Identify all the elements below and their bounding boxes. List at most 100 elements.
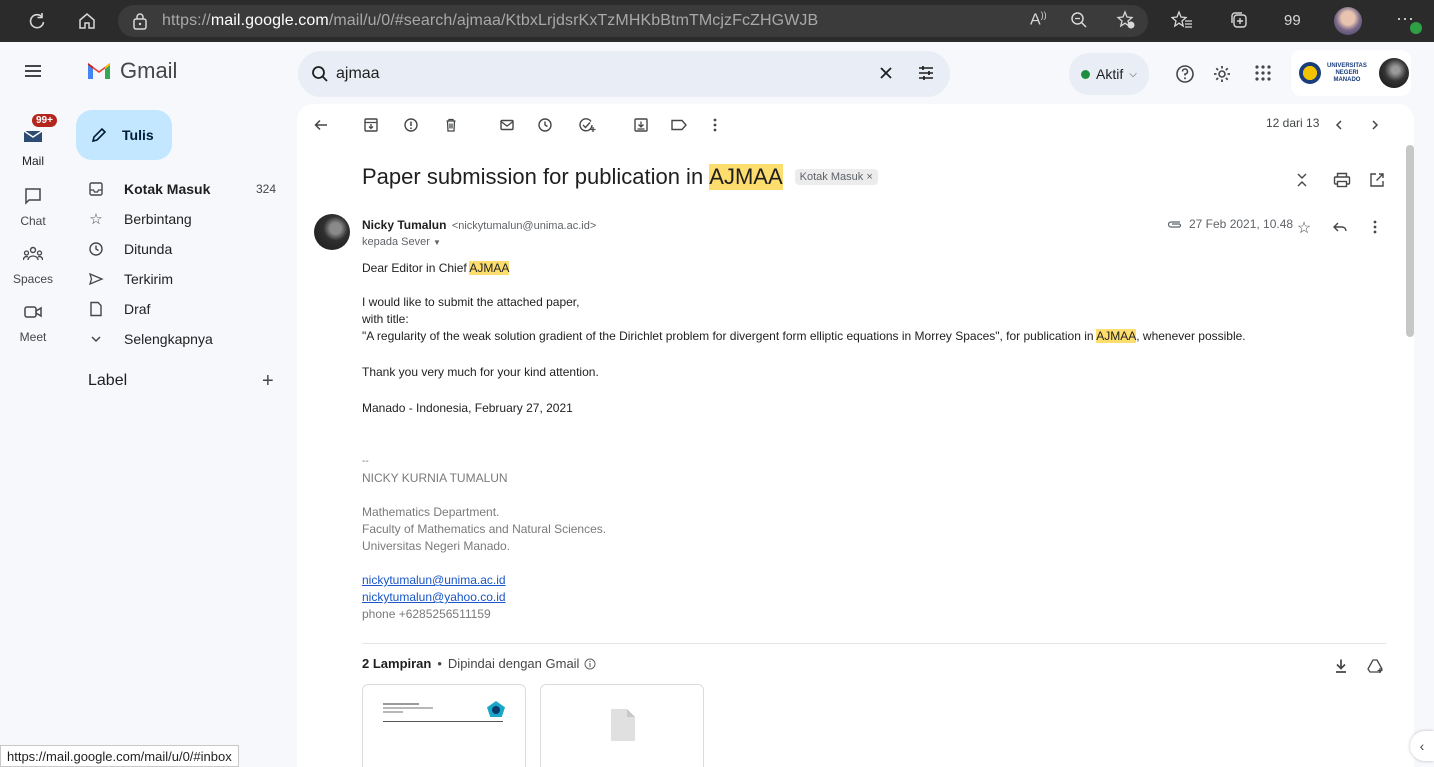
account-switcher[interactable]: UNIVERSITAS NEGERI MANADO xyxy=(1291,50,1411,96)
search-bar[interactable] xyxy=(298,51,950,97)
clear-search-icon[interactable] xyxy=(876,63,896,83)
title-text: "A regularity of the weak solution gradi… xyxy=(362,329,1097,343)
caret-down-icon[interactable]: ▼ xyxy=(433,238,441,247)
url-host: mail.google.com xyxy=(210,12,329,29)
nav-starred[interactable]: ☆ Berbintang xyxy=(72,204,292,234)
nav-inbox[interactable]: Kotak Masuk 324 xyxy=(72,174,292,204)
file-icon xyxy=(609,707,637,743)
print-icon[interactable] xyxy=(1332,170,1352,190)
search-icon[interactable] xyxy=(310,64,330,84)
settings-icon[interactable] xyxy=(1212,64,1232,84)
main-menu-icon[interactable] xyxy=(22,62,44,80)
show-side-panel-icon[interactable]: ‹ xyxy=(1410,731,1434,761)
nav-sent[interactable]: Terkirim xyxy=(72,264,292,294)
delete-icon[interactable] xyxy=(441,115,461,135)
profile-avatar[interactable] xyxy=(1334,7,1362,35)
download-all-icon[interactable] xyxy=(1331,656,1351,676)
snooze-icon[interactable] xyxy=(535,115,555,135)
attachment-preview xyxy=(383,701,505,723)
search-input[interactable] xyxy=(336,65,876,83)
zoom-icon[interactable] xyxy=(1070,11,1088,29)
gmail-logo[interactable]: Gmail xyxy=(86,58,177,84)
reply-icon[interactable] xyxy=(1330,217,1350,237)
compose-button[interactable]: Tulis xyxy=(76,110,172,160)
recipients-text: kepada Sever xyxy=(362,236,430,248)
rail-meet-label: Meet xyxy=(19,330,47,344)
nav-inbox-label: Kotak Masuk xyxy=(124,181,211,197)
attachment-card-1[interactable] xyxy=(362,684,526,767)
search-options-icon[interactable] xyxy=(916,63,936,83)
org-line-1: UNIVERSITAS xyxy=(1327,62,1367,69)
body-line-1: I would like to submit the attached pape… xyxy=(362,295,580,309)
subject-highlight: AJMAA xyxy=(709,164,783,190)
rail-spaces[interactable]: Spaces xyxy=(0,238,66,286)
archive-icon[interactable] xyxy=(361,115,381,135)
rail-mail[interactable]: 99+ Mail xyxy=(0,114,66,168)
add-label-icon[interactable]: + xyxy=(262,370,274,393)
nav-drafts-label: Draf xyxy=(124,301,151,317)
url-text[interactable]: https://mail.google.com/mail/u/0/#search… xyxy=(162,12,818,30)
lock-icon[interactable] xyxy=(132,12,148,30)
collections-icon[interactable] xyxy=(1229,10,1249,30)
nav-snoozed[interactable]: Ditunda xyxy=(72,234,292,264)
nav-sent-label: Terkirim xyxy=(124,271,173,287)
rail-mail-label: Mail xyxy=(21,154,44,168)
nav-snoozed-label: Ditunda xyxy=(124,241,173,257)
help-icon[interactable] xyxy=(1175,64,1195,84)
sender-name[interactable]: Nicky Tumalun xyxy=(362,218,446,232)
mark-unread-icon[interactable] xyxy=(497,115,517,135)
add-favorite-icon[interactable] xyxy=(1116,10,1136,30)
gmail-m-icon xyxy=(88,63,110,79)
status-bar-url: https://mail.google.com/mail/u/0/#inbox xyxy=(0,745,239,767)
newer-chevron-icon[interactable] xyxy=(1329,115,1349,135)
unread-badge: 99+ xyxy=(32,114,57,127)
signature-email-1[interactable]: nickytumalun@unima.ac.id xyxy=(362,573,506,587)
signature-email-2[interactable]: nickytumalun@yahoo.co.id xyxy=(362,590,506,604)
save-to-drive-icon[interactable] xyxy=(1366,656,1386,676)
nav-more[interactable]: Selengkapnya xyxy=(72,324,292,354)
account-avatar[interactable] xyxy=(1378,58,1409,88)
message-subject: Paper submission for publication in AJMA… xyxy=(362,164,878,190)
status-selector[interactable]: Aktif ⌵ xyxy=(1069,53,1149,95)
pane-scrollbar[interactable] xyxy=(1406,145,1414,337)
rail-spaces-label: Spaces xyxy=(12,272,54,286)
status-label: Aktif xyxy=(1096,66,1124,82)
open-new-window-icon[interactable] xyxy=(1367,170,1387,190)
info-icon[interactable] xyxy=(584,658,596,670)
home-icon[interactable] xyxy=(76,10,98,32)
browser-toolbar: https://mail.google.com/mail/u/0/#search… xyxy=(0,0,1434,42)
read-aloud-icon[interactable]: A)) xyxy=(1030,10,1047,29)
star-icon[interactable]: ☆ xyxy=(1294,218,1314,238)
label-icon[interactable] xyxy=(669,115,689,135)
apps-grid-icon[interactable] xyxy=(1254,64,1272,82)
address-bar[interactable]: https://mail.google.com/mail/u/0/#search… xyxy=(118,5,1148,37)
report-spam-icon[interactable] xyxy=(401,115,421,135)
pencil-icon xyxy=(90,126,108,144)
counter-badge[interactable]: 99 xyxy=(1284,12,1301,29)
older-chevron-icon[interactable] xyxy=(1365,115,1385,135)
nav-drafts[interactable]: Draf xyxy=(72,294,292,324)
more-vert-icon[interactable] xyxy=(705,115,725,135)
rail-meet[interactable]: Meet xyxy=(0,296,66,344)
add-task-icon[interactable] xyxy=(577,115,597,135)
move-to-icon[interactable] xyxy=(631,115,651,135)
attachment-card-2[interactable] xyxy=(540,684,704,767)
recipients-line[interactable]: kepada Sever ▼ xyxy=(362,236,441,248)
back-arrow-icon[interactable] xyxy=(311,115,331,135)
url-path: /mail/u/0/#search/ajmaa/KtbxLrjdsrKxTzMH… xyxy=(328,12,819,29)
clock-icon xyxy=(86,241,106,257)
attachment-icon xyxy=(1167,219,1183,229)
chevron-down-icon xyxy=(86,333,106,345)
message-more-icon[interactable] xyxy=(1365,217,1385,237)
title-suffix: , whenever possible. xyxy=(1136,329,1246,343)
spaces-icon xyxy=(17,238,49,270)
inbox-tag[interactable]: Kotak Masuk × xyxy=(794,169,878,185)
folder-nav: Kotak Masuk 324 ☆ Berbintang Ditunda Ter… xyxy=(72,174,292,354)
sender-avatar[interactable] xyxy=(314,214,350,250)
remove-tag-icon[interactable]: × xyxy=(866,171,872,183)
refresh-icon[interactable] xyxy=(26,10,48,32)
update-icon[interactable] xyxy=(1410,22,1422,34)
collapse-all-icon[interactable] xyxy=(1292,170,1312,190)
favorites-icon[interactable] xyxy=(1171,10,1193,30)
rail-chat[interactable]: Chat xyxy=(0,180,66,228)
